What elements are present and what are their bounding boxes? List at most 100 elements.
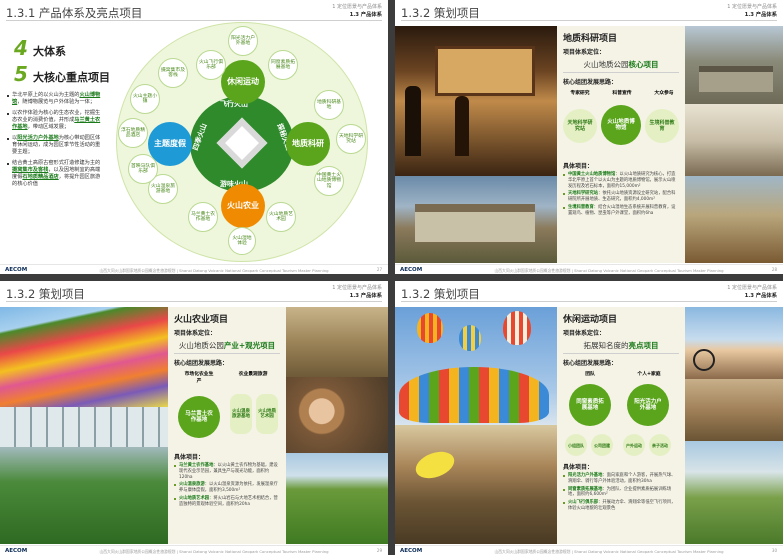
paragliding-photo <box>395 425 557 544</box>
outer-project: 阳光活力户外基地 <box>228 26 258 56</box>
outer-project: 火山飞行俱乐部 <box>196 50 226 80</box>
project-panel: 火山农业项目 项目体系定位： 火山地质公园产业+观光项目 核心组团发展思路： 市… <box>168 307 286 544</box>
chip: 个人+家庭 <box>637 372 661 377</box>
node: 阳光活力户外基地 <box>627 384 669 426</box>
node: 火山地质艺术园 <box>256 394 278 434</box>
museum-exterior-photo <box>395 176 557 263</box>
project-item: 马兰黄土农作基地：以火山黄土农作物为基础，建设现代农业示范园，兼具生产与观光功能… <box>174 463 280 480</box>
chip: 农业景观旅游 <box>238 372 268 377</box>
highlight-item: 以阳光活力户外基地为核心带动园区体育休闲运动，成为园区季节性活动的重要主题； <box>7 135 105 156</box>
slide-27: 1.3.1 产品体系及亮点项目 1 定位愿景与产品体系 1.3 产品体系 4 大… <box>0 0 388 274</box>
page-header: 1 定位愿景与产品体系 1.3 产品体系 <box>727 4 777 18</box>
project-item: 阳光活力户外基地：面向家庭和个人游客，开展热气球、滑翔伞、骑行等户外体验活动，面… <box>563 473 679 485</box>
strategy-diagram: 专家研究 科普宣传 大众参与 天地科学研究站 火山地质博物馆 生境科普教育 <box>563 89 679 161</box>
project-item: 生境科普教育：结合火山湿地生态系统开展科普教育，设置观鸟、植物、昆虫等户外课堂，… <box>563 205 679 217</box>
outer-project: 地质科研基地 <box>314 90 344 120</box>
sub-node: 户外运动 <box>623 434 645 456</box>
project-title: 地质科研项目 <box>563 34 618 44</box>
section-title: 1.3.2 策划项目 <box>401 6 480 20</box>
headline-5: 5 大核心重点项目 <box>14 62 111 86</box>
footer: AECOM 山西大同火山群国家地质公园概念性旅游规划 | Shanxi Dato… <box>395 264 783 274</box>
node: 火山地质博物馆 <box>601 105 641 145</box>
chip: 市场化农业生产 <box>184 372 214 384</box>
outer-project: 同窗素质拓展基地 <box>268 50 298 80</box>
exhibit-hall-photo <box>685 104 783 176</box>
page-number: 27 <box>376 267 382 272</box>
slide-30: 1.3.2 策划项目 1 定位愿景与产品体系 1.3 产品体系 休闲运动项目 项… <box>395 281 783 555</box>
greenhouse-photo <box>0 407 168 544</box>
aecom-logo: AECOM <box>5 267 28 273</box>
node: 火山温泉旅游基地 <box>230 394 252 434</box>
node: 同窗素质拓展基地 <box>569 384 611 426</box>
title-divider <box>401 301 777 302</box>
outer-project: 摄窝集市及客栈 <box>158 58 188 88</box>
product-system-diagram: 飞行火山 探秘火山 游味火山 四季火山 休闲运动 地质科研 火山农业 主题度假 … <box>108 22 378 262</box>
cyclist-photo <box>685 307 783 379</box>
chip: 科普宣传 <box>612 91 632 96</box>
project-title: 休闲运动项目 <box>563 315 618 325</box>
footer: AECOM 山西大同火山群国家地质公园概念性旅游规划 | Shanxi Dato… <box>0 545 388 555</box>
outer-project: 天地科学研究站 <box>336 124 366 154</box>
chip: 大众参与 <box>654 91 674 96</box>
group-hikers-photo <box>685 441 783 544</box>
title-divider <box>6 20 382 21</box>
title-divider <box>6 301 382 302</box>
slide-28: 1.3.2 策划项目 1 定位愿景与产品体系 1.3 产品体系 地质科研项目 项… <box>395 0 783 274</box>
aecom-logo: AECOM <box>400 267 423 273</box>
positioning: 火山地质公园核心项目 <box>563 57 679 73</box>
page-number: 29 <box>376 548 382 553</box>
aecom-logo: AECOM <box>400 548 423 554</box>
section-title: 1.3.2 策划项目 <box>401 287 480 301</box>
vineyard-photo <box>286 453 388 544</box>
project-item: 火山飞行俱乐部：开展动力伞、滑翔伞等低空飞行项目，体验火山地貌的壮观景色 <box>563 500 679 512</box>
strategy-diagram: 市场化农业生产 农业景观旅游 马兰黄土农作基地 火山温泉旅游基地 火山地质艺术园 <box>174 370 280 452</box>
dig-site-photo <box>286 307 388 377</box>
slide-29: 1.3.2 策划项目 1 定位愿景与产品体系 1.3 产品体系 火山农业项目 项… <box>0 281 388 555</box>
project-item: 火山温泉旅游：以火山温泉资源为依托，发展温泉疗养与康体度假，面积约3,500m² <box>174 482 280 494</box>
sub-node: 亲子活动 <box>649 434 671 456</box>
section-title: 1.3.2 策划项目 <box>6 287 85 301</box>
project-item: 中国黄土火山地质博物馆：以火山地质研究为核心，打造华北平原上首个以火山为主题的地… <box>563 172 679 189</box>
highlight-item: 结合黄土高原古窑形式打造修建为主的摄窝集市及客栈，以及因地制宜的高端度假石地质精… <box>7 160 105 188</box>
page-header: 1 定位愿景与产品体系 1.3 产品体系 <box>332 4 382 18</box>
highlight-item: 华北平原上的以火山为主题的火山博物馆，随博物展览与户外体验为一体； <box>7 92 105 106</box>
hikers-photo <box>685 176 783 263</box>
outer-project: 马兰黄土农作基地 <box>188 202 218 232</box>
sub-node: 公司团建 <box>591 434 613 456</box>
highlight-item: 以农作体验为核心的生态农业，挖掘生态农业的消费价值，并形成马兰黄土农作基地，带动… <box>7 110 105 131</box>
museum-interior-photo <box>395 26 557 176</box>
core-leisure-sports: 休闲运动 <box>221 60 265 104</box>
aecom-logo: AECOM <box>5 548 28 554</box>
headline-4: 4 大体系 <box>14 36 67 60</box>
core-volcano-agriculture: 火山农业 <box>221 184 265 228</box>
outer-project: 首映马队俱乐部 <box>128 154 158 184</box>
node: 马兰黄土农作基地 <box>178 396 220 438</box>
strategy-diagram: 团队 个人+家庭 同窗素质拓展基地 阳光活力户外基地 小组团队 公司团建 户外运… <box>563 370 679 462</box>
footer: AECOM 山西大同火山群国家地质公园概念性旅游规划 | Shanxi Dato… <box>395 545 783 555</box>
flower-field-photo <box>0 307 168 407</box>
title-divider <box>401 20 777 21</box>
chip: 专家研究 <box>570 91 590 96</box>
page-number: 28 <box>771 267 777 272</box>
outer-project: 中国黄土火山地质博物馆 <box>314 166 344 196</box>
page-number: 30 <box>771 548 777 553</box>
outer-project: 火山地质艺术园 <box>266 202 296 232</box>
project-item: 天地科学研究站：依托火山地质资源设立研究站，配合科研院所开展地质、生态研究，面积… <box>563 191 679 203</box>
project-title: 火山农业项目 <box>174 315 229 325</box>
project-item: 火山地质艺术园：将火山岩石与大地艺术相结合，营造独特的景观体验空间，面积约20h… <box>174 496 280 508</box>
page-header: 1 定位愿景与产品体系 1.3 产品体系 <box>332 285 382 299</box>
page-header: 1 定位愿景与产品体系 1.3 产品体系 <box>727 285 777 299</box>
highlights-list: 华北平原上的以火山为主题的火山博物馆，随博物展览与户外体验为一体； 以农作体验为… <box>7 92 105 192</box>
outer-project: 火山湿地体验 <box>228 227 256 255</box>
outer-project: 火山主题小镇 <box>130 84 160 114</box>
child-with-goat-photo <box>286 377 388 453</box>
section-title: 1.3.1 产品体系及亮点项目 <box>6 6 143 20</box>
project-item: 同窗素质拓展基地：为团队、企业提供素质拓展训练场地，面积约6,600m² <box>563 487 679 499</box>
core-geo-research: 地质科研 <box>286 122 330 166</box>
project-panel: 休闲运动项目 项目体系定位： 拓展知名度的亮点项目 核心组团发展思路： 团队 个… <box>557 307 685 544</box>
positioning: 火山地质公园产业+观光项目 <box>174 338 280 354</box>
chip: 团队 <box>585 372 595 377</box>
outer-project: 浮石地质精品酒店 <box>118 118 148 148</box>
node: 生境科普教育 <box>645 109 679 143</box>
positioning: 拓展知名度的亮点项目 <box>563 338 679 354</box>
